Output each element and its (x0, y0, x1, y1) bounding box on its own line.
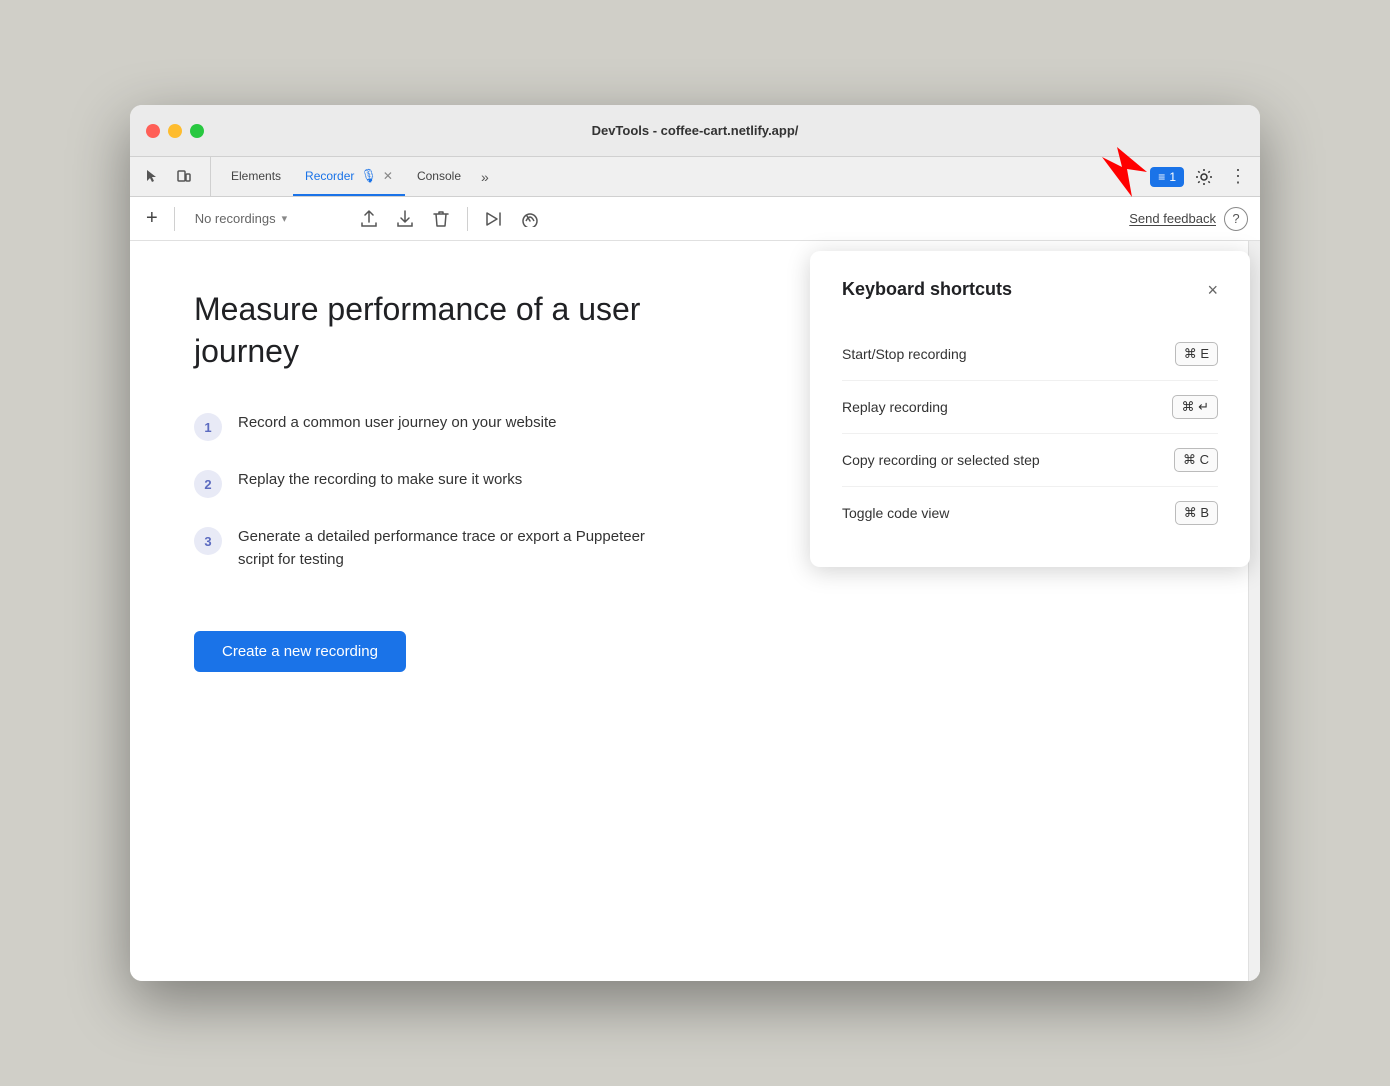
list-item: 1 Record a common user journey on your w… (194, 412, 654, 441)
send-feedback-button[interactable]: Send feedback (1129, 211, 1216, 226)
red-arrow-annotation (1102, 147, 1162, 197)
import-button[interactable] (391, 205, 419, 233)
maximize-button[interactable] (190, 124, 204, 138)
main-content: Measure performance of a user journey 1 … (130, 241, 1260, 981)
devtools-right-icons: ≡ 1 ⋮ (1150, 157, 1252, 196)
devtools-tabs-bar: Elements Recorder 🎙 ✕ Console » ≡ 1 (130, 157, 1260, 197)
shortcut-key-3: ⌘ C (1174, 448, 1218, 472)
notification-icon-area (1188, 161, 1220, 193)
recorder-icon: 🎙 (360, 168, 377, 184)
shortcut-row: Replay recording ⌘ ↵ (842, 381, 1218, 434)
devtools-tab-icons (138, 157, 211, 196)
recorder-toolbar: + No recordings ▾ (130, 197, 1260, 241)
shortcut-row: Toggle code view ⌘ B (842, 487, 1218, 539)
replay-button[interactable] (480, 205, 508, 233)
shortcut-key-1: ⌘ E (1175, 342, 1218, 366)
key-badge: ⌘ ↵ (1172, 395, 1218, 419)
export-button[interactable] (355, 205, 383, 233)
key-badge: ⌘ B (1175, 501, 1218, 525)
traffic-lights (146, 124, 204, 138)
create-recording-button[interactable]: Create a new recording (194, 631, 406, 672)
shortcut-label-2: Replay recording (842, 399, 948, 415)
performance-button[interactable] (516, 205, 544, 233)
steps-list: 1 Record a common user journey on your w… (194, 412, 654, 571)
keyboard-shortcuts-popup: Keyboard shortcuts × Start/Stop recordin… (810, 251, 1250, 567)
popup-title: Keyboard shortcuts (842, 279, 1012, 300)
no-recordings-label: No recordings (195, 211, 276, 226)
close-button[interactable] (146, 124, 160, 138)
tab-recorder[interactable]: Recorder 🎙 ✕ (293, 157, 405, 196)
list-item: 3 Generate a detailed performance trace … (194, 526, 654, 571)
key-badge: ⌘ E (1175, 342, 1218, 366)
list-item: 2 Replay the recording to make sure it w… (194, 469, 654, 498)
add-recording-button[interactable]: + (142, 203, 162, 234)
title-bar: DevTools - coffee-cart.netlify.app/ (130, 105, 1260, 157)
tab-close-icon[interactable]: ✕ (383, 169, 393, 183)
browser-window: DevTools - coffee-cart.netlify.app/ Elem… (130, 105, 1260, 981)
headline: Measure performance of a user journey (194, 289, 674, 372)
shortcut-label-1: Start/Stop recording (842, 346, 967, 362)
device-toggle-icon[interactable] (170, 163, 198, 191)
tab-console[interactable]: Console (405, 157, 473, 196)
dropdown-chevron-icon: ▾ (282, 212, 288, 225)
step-number-3: 3 (194, 527, 222, 555)
devtools-settings-button[interactable] (1190, 163, 1218, 191)
step-text-2: Replay the recording to make sure it wor… (238, 469, 522, 492)
more-tabs-button[interactable]: » (473, 157, 497, 196)
tab-elements[interactable]: Elements (219, 157, 293, 196)
step-number-2: 2 (194, 470, 222, 498)
shortcut-row: Start/Stop recording ⌘ E (842, 328, 1218, 381)
step-text-1: Record a common user journey on your web… (238, 412, 557, 435)
toolbar-divider-2 (467, 207, 468, 231)
delete-button[interactable] (427, 205, 455, 233)
shortcut-row: Copy recording or selected step ⌘ C (842, 434, 1218, 487)
step-text-3: Generate a detailed performance trace or… (238, 526, 654, 571)
shortcut-key-2: ⌘ ↵ (1172, 395, 1218, 419)
window-title: DevTools - coffee-cart.netlify.app/ (592, 123, 799, 138)
popup-header: Keyboard shortcuts × (842, 279, 1218, 300)
shortcut-label-4: Toggle code view (842, 505, 949, 521)
popup-close-button[interactable]: × (1207, 281, 1218, 299)
shortcut-key-4: ⌘ B (1175, 501, 1218, 525)
shortcut-label-3: Copy recording or selected step (842, 452, 1040, 468)
recordings-dropdown[interactable]: No recordings ▾ (187, 207, 347, 230)
key-badge: ⌘ C (1174, 448, 1218, 472)
toolbar-divider-1 (174, 207, 175, 231)
cursor-icon[interactable] (138, 163, 166, 191)
devtools-menu-button[interactable]: ⋮ (1224, 163, 1252, 191)
minimize-button[interactable] (168, 124, 182, 138)
step-number-1: 1 (194, 413, 222, 441)
help-button[interactable]: ? (1224, 207, 1248, 231)
